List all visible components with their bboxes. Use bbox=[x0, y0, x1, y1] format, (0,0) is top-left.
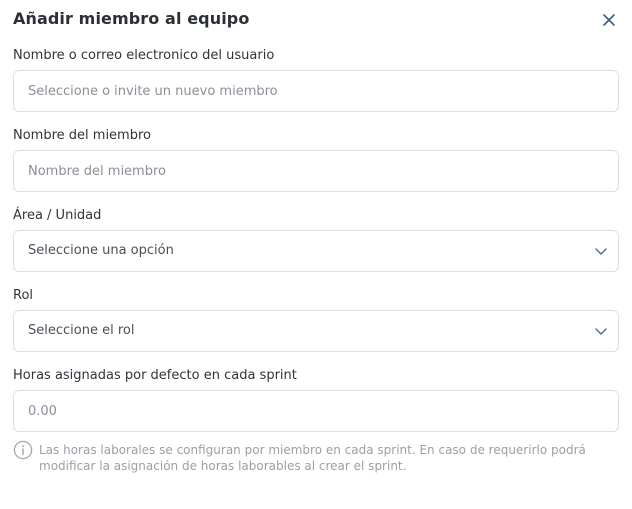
role-select[interactable]: Seleccione el rol bbox=[13, 310, 619, 352]
info-text: Las horas laborales se configuran por mi… bbox=[39, 443, 586, 473]
hours-input[interactable] bbox=[14, 391, 618, 431]
hours-field bbox=[13, 390, 619, 432]
role-label: Rol bbox=[13, 288, 34, 303]
role-select-value: Seleccione el rol bbox=[28, 323, 135, 338]
dialog-title: Añadir miembro al equipo bbox=[13, 9, 250, 28]
chevron-down-icon bbox=[595, 248, 607, 255]
user-field-label: Nombre o correo electronico del usuario bbox=[13, 48, 275, 63]
close-button[interactable] bbox=[600, 11, 618, 29]
member-name-field bbox=[13, 150, 619, 192]
member-name-input[interactable] bbox=[14, 151, 618, 191]
area-select[interactable]: Seleccione una opción bbox=[13, 230, 619, 272]
add-member-dialog: Añadir miembro al equipo Nombre o correo… bbox=[0, 0, 632, 509]
info-icon bbox=[13, 440, 33, 460]
chevron-down-icon bbox=[595, 328, 607, 335]
area-label: Área / Unidad bbox=[13, 208, 102, 223]
area-select-value: Seleccione una opción bbox=[28, 243, 174, 258]
hours-label: Horas asignadas por defecto en cada spri… bbox=[13, 368, 297, 383]
close-icon bbox=[603, 14, 615, 26]
member-name-label: Nombre del miembro bbox=[13, 128, 151, 143]
user-search-input[interactable] bbox=[14, 71, 618, 111]
user-field bbox=[13, 70, 619, 112]
